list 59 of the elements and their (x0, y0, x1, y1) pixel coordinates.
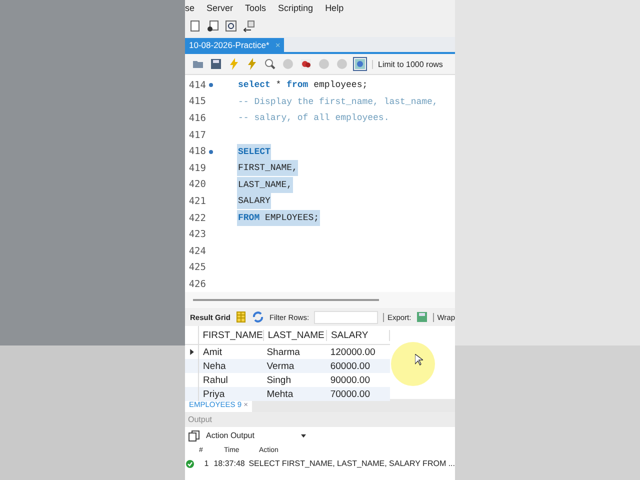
menu-item[interactable]: Tools (245, 2, 266, 12)
line-number: 424 (188, 246, 206, 257)
line-number: 425 (188, 262, 206, 274)
code-line: select * from employees; (237, 79, 369, 92)
table-cell-text: Sharma (266, 346, 301, 358)
query-tab[interactable]: 10-08-2026-Practice* × (185, 38, 284, 52)
line-number: 418 (188, 146, 206, 158)
line-number: 423 (188, 229, 206, 240)
line-number: 421 (188, 196, 206, 207)
folder-icon[interactable] (192, 58, 204, 70)
magnifier-icon[interactable] (264, 58, 276, 70)
save-icon[interactable] (416, 311, 428, 323)
column-header[interactable]: SALARY (326, 330, 390, 340)
line-number: 419 (188, 162, 206, 174)
table-cell-text: 1 (203, 459, 209, 468)
menu-item[interactable]: Scripting (278, 2, 314, 12)
menu-item[interactable]: Server (206, 2, 234, 12)
limit-dropdown[interactable]: Limit to 1000 rows (372, 60, 443, 68)
column-header[interactable]: LAST_NAME (264, 330, 327, 340)
copy-icon[interactable] (188, 430, 200, 442)
table-cell-text: Priya (202, 388, 226, 400)
line-number: 426 (188, 278, 206, 290)
line-number: 422 (188, 212, 206, 224)
refresh-icon[interactable] (252, 311, 264, 323)
grid-icon[interactable] (235, 311, 248, 323)
line-number: 414 (188, 80, 206, 91)
pointer-icon (415, 354, 423, 366)
line-number: 416 (188, 112, 206, 124)
table-cell-text: Singh (266, 374, 292, 386)
table-cell-text: 60000.00 (329, 360, 371, 372)
save-icon[interactable] (210, 58, 222, 70)
current-row-icon (190, 349, 194, 355)
table-cell-text: Amit (202, 346, 224, 358)
menu-item[interactable]: Help (325, 2, 344, 12)
line-number: 420 (188, 179, 206, 190)
table-cell-text: Verma (266, 360, 296, 372)
column-header[interactable]: FIRST_NAME (198, 330, 264, 340)
statement-marker-icon (209, 83, 213, 88)
filter-field[interactable] (314, 310, 378, 324)
table-cell-text: Mehta (266, 388, 294, 400)
code-line: -- salary, of all employees. (237, 112, 390, 126)
caret-icon (301, 434, 306, 438)
menu-item[interactable]: se (185, 2, 195, 12)
line-number: 417 (188, 130, 206, 141)
scrollbar-thumb[interactable] (193, 299, 379, 301)
code-line: -- Display the first_name, last_name, (237, 96, 439, 109)
table-cell-text: 18:37:48 (212, 459, 244, 468)
action-output-dropdown[interactable]: Action Output (206, 431, 306, 440)
cursor-highlight (391, 342, 435, 386)
add-file-icon[interactable] (207, 20, 219, 32)
output-title: Output (188, 415, 212, 424)
statement-marker-icon (209, 150, 213, 154)
table-cell-text: 90000.00 (329, 374, 371, 386)
table-cell-text: Rahul (202, 374, 229, 386)
table-cell-text: Neha (202, 360, 227, 372)
line-number: 415 (188, 96, 206, 108)
table-cell-text: 70000.00 (329, 388, 371, 400)
table-cell-text: 120000.00 (329, 346, 376, 358)
table-cell-text: SELECT FIRST_NAME, LAST_NAME, SALARY FROM ... (248, 459, 455, 468)
